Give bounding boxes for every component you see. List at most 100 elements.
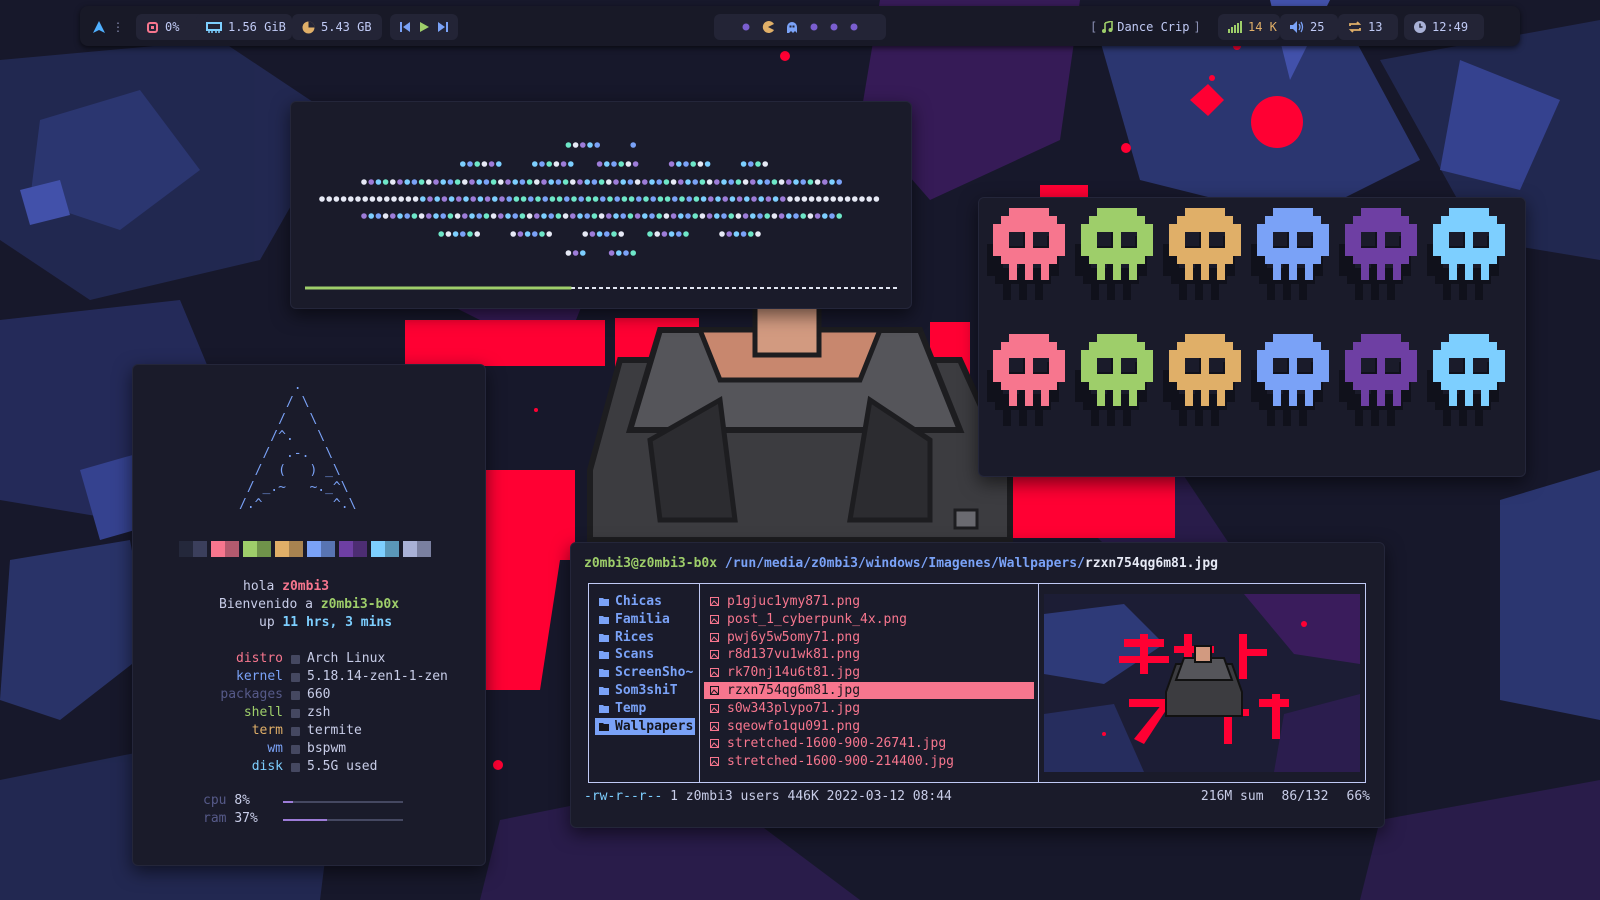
visualizer-dot	[814, 179, 821, 185]
visualizer-dot	[657, 196, 664, 202]
visualizer-dot	[642, 213, 648, 219]
visualizer-dot	[398, 196, 404, 202]
visualizer-dot	[594, 142, 600, 148]
file-item[interactable]: pwj6y5w5omy71.png	[704, 629, 1034, 646]
folder-item[interactable]: Familia	[595, 611, 695, 628]
visualizer-dot	[630, 142, 636, 148]
file-item[interactable]: stretched-1600-900-214400.jpg	[704, 753, 1034, 770]
folder-item[interactable]: Temp	[595, 700, 695, 717]
visualizer-dot	[771, 213, 778, 219]
visualizer-dot	[634, 213, 641, 219]
visualizer-dot	[362, 196, 368, 202]
file-item[interactable]: s0w343plypo71.jpg	[704, 700, 1034, 717]
clock-module[interactable]: 12:49	[1404, 14, 1484, 40]
play-icon[interactable]	[419, 22, 429, 32]
visualizer-dot	[577, 213, 583, 219]
info-value: 660	[307, 687, 331, 702]
system-info-window[interactable]: . / \ / \ /^. \ / .-. \ / ( ) _\ / _.~ ~…	[132, 364, 486, 866]
visualizer-dot	[433, 213, 439, 219]
palette-swatch	[243, 541, 271, 557]
file-item[interactable]: sqeowfo1qu091.png	[704, 718, 1034, 735]
file-name: rzxn754qg6m81.jpg	[727, 683, 861, 698]
disk-module[interactable]: 5.43 GB	[292, 14, 382, 40]
workspace-1-dot-icon[interactable]	[742, 23, 750, 31]
visualizer-dot	[708, 196, 714, 202]
launcher-module[interactable]: ⋮	[88, 14, 130, 40]
visualizer-dot	[572, 142, 579, 148]
cpu-bar	[283, 801, 403, 803]
visualizer-dot	[568, 161, 574, 167]
music-note-icon	[1101, 21, 1114, 33]
info-bullet	[291, 745, 300, 754]
folder-icon	[599, 704, 609, 713]
visualizer-dot	[375, 213, 382, 219]
info-value: bspwm	[307, 741, 347, 756]
folder-name: Wallpapers	[615, 718, 694, 734]
palette-swatch	[371, 541, 399, 557]
skull-icon	[1251, 334, 1329, 426]
audio-visualizer-window[interactable]	[290, 101, 912, 309]
file-item[interactable]: stretched-1600-900-26741.jpg	[704, 735, 1034, 752]
folder-item[interactable]: ScreenSho~	[595, 664, 695, 681]
workspace-3-ghost-icon[interactable]	[786, 21, 798, 33]
folder-icon	[599, 722, 609, 731]
file-item[interactable]: rzxn754qg6m81.jpg	[704, 682, 1034, 699]
visualizer-dot	[714, 179, 720, 185]
next-icon[interactable]	[438, 22, 448, 32]
ranger-file-manager-window[interactable]: z0mbi3@z0mbi3-b0x /run/media/z0mbi3/wind…	[570, 542, 1385, 828]
network-module[interactable]: 14 K	[1218, 14, 1280, 40]
visualizer-dot	[608, 250, 615, 256]
visualizer-dot	[454, 213, 461, 219]
workspace-6-dot-icon[interactable]	[850, 23, 858, 31]
file-item[interactable]: r8d137vu1wk81.png	[704, 646, 1034, 663]
visualizer-dot	[618, 161, 624, 167]
visualizer-dot	[598, 213, 605, 219]
workspace-4-dot-icon[interactable]	[810, 23, 818, 31]
visualizer-dot	[630, 250, 636, 256]
folder-item[interactable]: Rices	[595, 629, 695, 646]
visualizer-dot	[663, 179, 670, 185]
folder-item[interactable]: Chicas	[595, 593, 695, 610]
pixel-skulls-window[interactable]	[978, 197, 1526, 477]
visualizer-dot	[606, 179, 612, 185]
file-item[interactable]: p1gjuc1ymy871.png	[704, 593, 1034, 610]
visualizer-dot	[534, 179, 540, 185]
workspace-5-dot-icon[interactable]	[830, 23, 838, 31]
visualizer-dot	[474, 161, 480, 167]
visualizer-dot	[565, 250, 572, 256]
menu-dots-icon[interactable]: ⋮	[112, 20, 124, 34]
visualizer-dot	[426, 179, 432, 185]
info-bullet	[291, 763, 300, 772]
file-item[interactable]: post_1_cyberpunk_4x.png	[704, 611, 1034, 628]
folder-item[interactable]: Scans	[595, 646, 695, 663]
previous-icon[interactable]	[400, 22, 410, 32]
image-preview	[1044, 594, 1360, 772]
file-info: 1 z0mbi3 users 446K 2022-03-12 08:44	[670, 789, 952, 804]
visualizer-dot	[625, 161, 632, 167]
visualizer-dot	[520, 196, 527, 202]
visualizer-dot	[692, 213, 698, 219]
visualizer-dot	[621, 196, 628, 202]
file-name: p1gjuc1ymy871.png	[727, 594, 861, 609]
arch-logo-icon[interactable]	[92, 20, 106, 34]
visualizer-dot	[541, 179, 547, 185]
visualizer-dot	[670, 213, 677, 219]
now-playing[interactable]: [ Dance Crip ]	[1080, 14, 1212, 40]
folder-item[interactable]: Wallpapers	[595, 717, 695, 735]
visualizer-dot	[699, 213, 706, 219]
folder-item[interactable]: Som3shiT	[595, 682, 695, 699]
visualizer-dot	[678, 179, 684, 185]
visualizer-dot	[528, 196, 534, 202]
visualizer-dot	[477, 196, 484, 202]
visualizer-dot	[676, 231, 682, 237]
updates-module[interactable]: 13	[1338, 14, 1398, 40]
volume-module[interactable]: 25	[1280, 14, 1338, 40]
host-name: z0mbi3-b0x	[320, 597, 400, 612]
file-item[interactable]: rk70nj14u6t81.jpg	[704, 664, 1034, 681]
visualizer-dot	[333, 196, 340, 202]
visualizer-dot	[368, 179, 374, 185]
visualizer-dot	[532, 161, 538, 167]
visualizer-dot	[780, 196, 786, 202]
workspace-2-pacman-icon[interactable]	[762, 21, 774, 33]
memory-module[interactable]: 1.56 GiB	[196, 14, 292, 40]
